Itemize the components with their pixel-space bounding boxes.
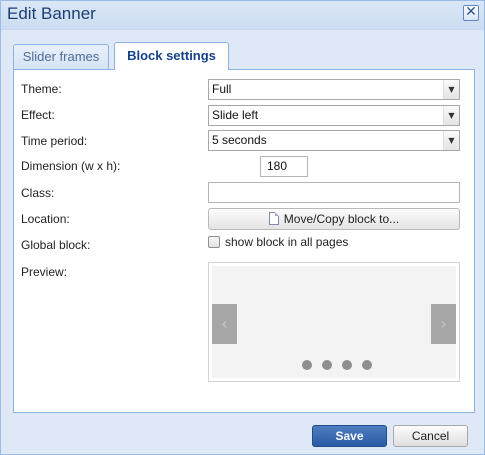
effect-label: Effect:	[21, 108, 55, 122]
tab-block-settings[interactable]: Block settings	[114, 42, 229, 70]
preview-dot[interactable]	[342, 360, 352, 370]
dialog-titlebar: Edit Banner ✕	[1, 1, 484, 30]
preview-dot[interactable]	[302, 360, 312, 370]
preview-dot[interactable]	[362, 360, 372, 370]
global-block-checkbox-label[interactable]: show block in all pages	[225, 235, 348, 249]
class-input[interactable]	[208, 182, 460, 203]
chevron-down-icon: ▼	[443, 80, 459, 99]
chevron-down-icon: ▼	[443, 106, 459, 125]
theme-select[interactable]: Full ▼	[208, 79, 460, 100]
cancel-button[interactable]: Cancel	[393, 425, 468, 447]
class-label: Class:	[21, 186, 55, 200]
edit-banner-dialog: Edit Banner ✕ Slider frames Block settin…	[0, 0, 485, 455]
location-label: Location:	[21, 212, 70, 226]
tab-bar: Slider frames Block settings	[13, 42, 475, 70]
effect-value: Slide left	[212, 108, 259, 122]
theme-value: Full	[212, 82, 232, 96]
effect-select[interactable]: Slide left ▼	[208, 105, 460, 126]
dialog-title: Edit Banner	[7, 4, 96, 23]
tab-slider-frames[interactable]: Slider frames	[13, 44, 109, 69]
block-settings-panel: Theme: Full ▼ Effect: Slide left ▼ Time …	[13, 69, 475, 413]
global-block-label: Global block:	[21, 238, 91, 252]
global-block-checkbox[interactable]	[208, 236, 220, 248]
theme-label: Theme:	[21, 82, 62, 96]
chevron-down-icon: ▼	[443, 131, 459, 150]
preview-prev-button[interactable]: ‹	[212, 304, 237, 344]
dimension-label: Dimension (w x h):	[21, 159, 121, 173]
close-button[interactable]: ✕	[463, 5, 479, 21]
preview-next-button[interactable]: ›	[431, 304, 456, 344]
preview-dot[interactable]	[322, 360, 332, 370]
move-copy-block-button[interactable]: Move/Copy block to...	[208, 208, 460, 230]
time-period-label: Time period:	[21, 134, 88, 148]
document-icon	[268, 212, 279, 225]
time-period-value: 5 seconds	[212, 133, 267, 147]
save-button[interactable]: Save	[312, 425, 387, 447]
banner-preview: ‹ ›	[208, 262, 460, 382]
preview-label: Preview:	[21, 265, 68, 279]
close-icon: ✕	[465, 4, 477, 20]
chevron-left-icon: ‹	[221, 314, 228, 333]
time-period-select[interactable]: 5 seconds ▼	[208, 130, 460, 151]
move-copy-label: Move/Copy block to...	[283, 212, 400, 226]
chevron-right-icon: ›	[440, 314, 447, 333]
preview-slide: ‹ ›	[212, 266, 456, 378]
dimension-width-input[interactable]: 180	[260, 156, 308, 177]
preview-pagination-dots	[302, 360, 382, 370]
